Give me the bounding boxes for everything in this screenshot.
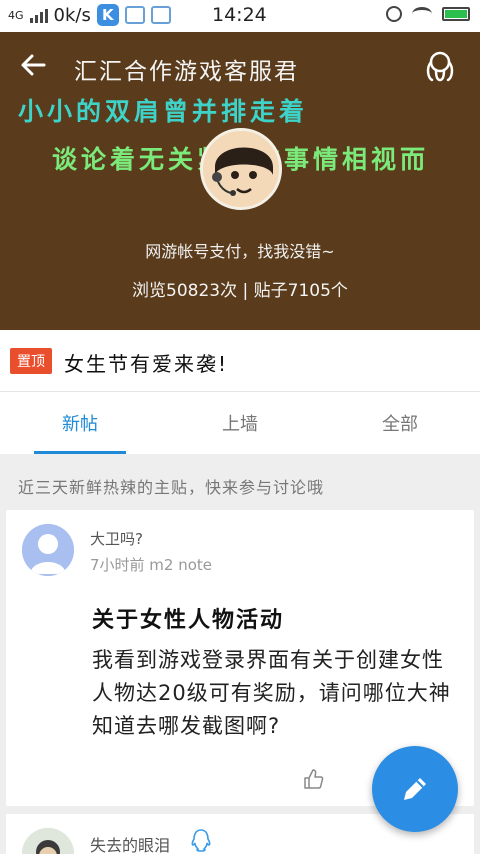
post-author[interactable]: 失去的眼泪 [90, 832, 170, 854]
post-title: 关于女性人物活动 [92, 608, 285, 633]
tab-bar: 新帖 上墙 全部 [0, 392, 480, 454]
signal-icon [29, 7, 48, 23]
edit-icon [404, 778, 426, 800]
like-icon[interactable] [302, 768, 324, 790]
section-hint: 近三天新鲜热辣的主贴，快来参与讨论哦 [18, 478, 325, 497]
qq-icon [191, 829, 211, 852]
post-body: 我看到游戏登录界面有关于创建女性人物达20级可有奖励，请问哪位大神知道去哪发截图… [92, 648, 451, 738]
lock-notification-icon [150, 6, 171, 24]
avatar[interactable] [22, 828, 74, 854]
forum-stats: 浏览50823次 | 贴子7105个 [132, 281, 348, 301]
status-bar: 4G 0k/s K 14:24 [0, 0, 480, 32]
slogan-line-1: 小小的双肩曾并排走着 [18, 97, 309, 126]
forum-avatar [200, 128, 282, 210]
tab-featured[interactable]: 上墙 [160, 392, 320, 454]
post-meta: 7小时前 m2 note [90, 556, 213, 574]
back-arrow-icon[interactable] [18, 50, 48, 80]
gallery-notification-icon [124, 6, 145, 24]
clock: 14:24 [212, 4, 267, 26]
page-title: 汇汇合作游戏客服君 [74, 59, 299, 85]
compose-button[interactable] [372, 746, 458, 832]
pinned-title: 女生节有爱来袭! [64, 352, 229, 376]
post-author[interactable]: 大卫吗? [90, 528, 143, 549]
tab-new-posts[interactable]: 新帖 [0, 392, 160, 454]
network-type: 4G [8, 8, 24, 22]
customer-service-icon[interactable] [422, 48, 458, 84]
network-speed: 0k/s [53, 4, 91, 26]
forum-header: 汇汇合作游戏客服君 小小的双肩曾并排走着 谈论着无关紧要的事情相视而 网游帐号支… [0, 32, 480, 330]
forum-description: 网游帐号支付，找我没错~ [145, 242, 335, 261]
battery-icon [442, 7, 470, 21]
pinned-badge: 置顶 [10, 348, 52, 374]
alarm-icon [386, 6, 402, 22]
tab-all[interactable]: 全部 [320, 392, 480, 454]
pinned-post[interactable]: 置顶 女生节有爱来袭! [0, 330, 480, 392]
app-notification-icon: K [96, 4, 119, 26]
avatar[interactable] [22, 524, 74, 576]
wifi-icon [412, 7, 432, 21]
